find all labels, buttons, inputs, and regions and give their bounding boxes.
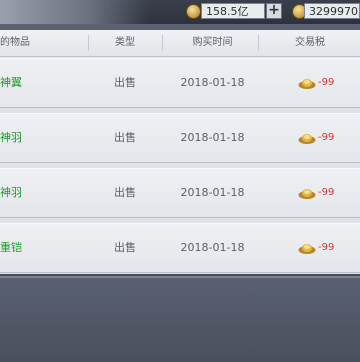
gold-ingot-icon (298, 244, 316, 254)
table-row[interactable]: 重铠 出售 2018-01-18 -99 (0, 223, 360, 273)
table-row[interactable]: 神翼 出售 2018-01-18 -99 (0, 58, 360, 108)
header-divider (258, 35, 259, 51)
topbar-decoration (0, 0, 150, 24)
trade-type: 出售 (114, 186, 136, 199)
tax-value: -99 (318, 187, 335, 198)
table-header: 的物品 类型 购买时间 交易税 (0, 30, 360, 57)
trade-record-panel: 的物品 类型 购买时间 交易税 神翼 出售 2018-01-18 -99 神羽 … (0, 30, 360, 274)
trade-time: 2018-01-18 (180, 76, 245, 89)
tax-value: -99 (318, 77, 335, 88)
item-name: 神羽 (0, 131, 22, 144)
header-item: 的物品 (0, 37, 30, 48)
trade-type: 出售 (114, 76, 136, 89)
item-name: 神羽 (0, 186, 22, 199)
tax-value: -99 (318, 132, 335, 143)
header-time: 购买时间 (192, 37, 233, 48)
table-row[interactable]: 神羽 出售 2018-01-18 -99 (0, 168, 360, 218)
trade-time: 2018-01-18 (180, 241, 245, 254)
gold-amount: 32999702 (304, 3, 360, 19)
currency-bar: 158.5亿 + 32999702 (0, 0, 360, 24)
gold-ingot-icon (298, 134, 316, 144)
header-divider (162, 35, 163, 51)
item-name: 重铠 (0, 241, 22, 254)
panel-footer-background (0, 276, 360, 362)
gold-ingot-icon (298, 79, 316, 89)
header-divider (88, 35, 89, 51)
gold-ingot-icon (298, 189, 316, 199)
header-tax: 交易税 (295, 37, 325, 48)
silver-amount: 158.5亿 (201, 3, 265, 19)
silver-coin-icon (186, 4, 201, 19)
tax-value: -99 (318, 242, 335, 253)
trade-type: 出售 (114, 241, 136, 254)
trade-type: 出售 (114, 131, 136, 144)
add-currency-button[interactable]: + (266, 3, 282, 19)
table-row[interactable]: 神羽 出售 2018-01-18 -99 (0, 113, 360, 163)
header-type: 类型 (115, 37, 135, 48)
trade-time: 2018-01-18 (180, 131, 245, 144)
item-name: 神翼 (0, 76, 22, 89)
trade-time: 2018-01-18 (180, 186, 245, 199)
